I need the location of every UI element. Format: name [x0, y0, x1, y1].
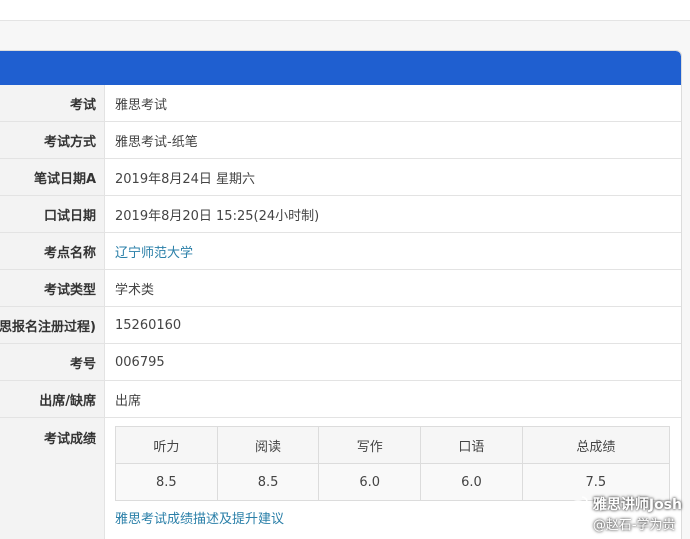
watermark-handle: @赵石-学为贵	[592, 518, 676, 533]
row-candidate-number: 考号 006795	[0, 344, 681, 381]
score-writing: 6.0	[318, 463, 422, 501]
score-header-writing: 写作	[318, 426, 422, 464]
row-exam: 考试 雅思考试	[0, 85, 681, 122]
watermark: 雅思讲师Josh @赵石-学为贵	[569, 494, 682, 533]
row-value: 2019年8月24日 星期六	[115, 171, 256, 187]
score-reading: 8.5	[216, 463, 320, 501]
row-label: 考试方式	[0, 122, 105, 158]
row-label: 口试日期	[0, 196, 105, 232]
row-value: 雅思考试	[115, 97, 168, 113]
score-header-overall: 总成绩	[521, 426, 671, 464]
score-header-row: 听力 阅读 写作 口语 总成绩	[115, 426, 671, 464]
score-header-listening: 听力	[115, 426, 218, 464]
row-value: 15260160	[115, 317, 182, 333]
row-label: 出席/缺席	[0, 381, 105, 417]
row-label: 笔试日期A	[0, 159, 105, 195]
test-centre-link[interactable]: 辽宁师范大学	[105, 233, 681, 269]
score-header-reading: 阅读	[216, 426, 320, 464]
watermark-title: 雅思讲师Josh	[569, 494, 682, 514]
row-value: 学术类	[115, 282, 155, 298]
row-label: 考试类型	[0, 270, 105, 306]
row-label: 考试	[0, 85, 105, 121]
score-listening: 8.5	[115, 463, 218, 501]
panel-header	[0, 51, 681, 85]
score-header-speaking: 口语	[420, 426, 523, 464]
row-label: 考点名称	[0, 233, 105, 269]
row-speaking-date: 口试日期 2019年8月20日 15:25(24小时制)	[0, 196, 681, 233]
row-value: 006795	[115, 354, 165, 370]
row-label: 考号	[0, 344, 105, 380]
row-registration-id: 思报名注册过程) 15260160	[0, 307, 681, 344]
row-test-centre: 考点名称 辽宁师范大学	[0, 233, 681, 270]
row-written-date: 笔试日期A 2019年8月24日 星期六	[0, 159, 681, 196]
score-table: 听力 阅读 写作 口语 总成绩 8.5 8.5 6.0 6.0 7.5	[115, 426, 671, 501]
score-description-link[interactable]: 雅思考试成绩描述及提升建议	[115, 508, 284, 527]
row-value: 雅思考试-纸笔	[115, 134, 198, 150]
row-value: 出席	[115, 393, 142, 409]
top-bar	[0, 0, 690, 21]
row-exam-type: 考试类型 学术类	[0, 270, 681, 307]
row-exam-method: 考试方式 雅思考试-纸笔	[0, 122, 681, 159]
score-panel: 考试 雅思考试 考试方式 雅思考试-纸笔 笔试日期A 2019年8月24日 星期…	[0, 50, 682, 539]
row-attendance: 出席/缺席 出席	[0, 381, 681, 418]
row-label: 思报名注册过程)	[0, 307, 105, 343]
score-report-page: 考试 雅思考试 考试方式 雅思考试-纸笔 笔试日期A 2019年8月24日 星期…	[0, 0, 690, 539]
row-label: 考试成绩	[0, 418, 105, 539]
row-value: 2019年8月20日 15:25(24小时制)	[115, 208, 320, 224]
weibo-icon	[569, 496, 588, 512]
score-speaking: 6.0	[420, 463, 523, 501]
